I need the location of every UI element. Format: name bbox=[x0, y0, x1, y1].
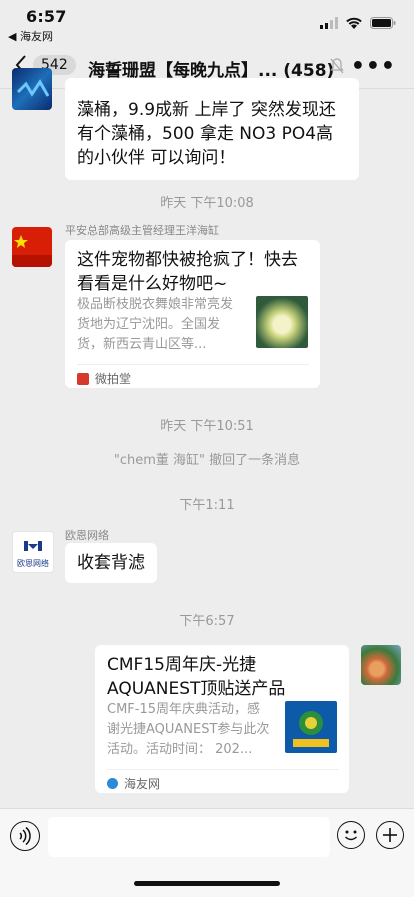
shared-link-card[interactable]: 这件宠物都快被抢疯了！快去看看是什么好物吧~ 极品断枝脱衣舞娘非常亮发货地为辽宁… bbox=[65, 240, 320, 388]
card-thumbnail bbox=[285, 701, 337, 753]
recall-notice: "chem董 海缸" 撤回了一条消息 bbox=[113, 453, 301, 468]
own-avatar[interactable] bbox=[361, 645, 401, 685]
voice-icon bbox=[19, 826, 31, 846]
message-bubble[interactable]: 藻桶，9.9成新 上岸了 突然发现还有个藻桶，500 拿走 NO3 PO4高的小… bbox=[65, 78, 359, 180]
battery-icon bbox=[370, 14, 396, 33]
avatar-logo-text: 欧恩网络 bbox=[17, 559, 49, 568]
card-description: 极品断枝脱衣舞娘非常亮发货地为辽宁沈阳。全国发货，新西云青山区等... bbox=[77, 297, 234, 352]
message-text: 收套背滤 bbox=[77, 553, 145, 573]
sender-name: 平安总部高级主管经理王洋海缸 bbox=[65, 224, 219, 237]
cellular-signal-icon bbox=[320, 14, 338, 33]
wifi-icon bbox=[346, 14, 362, 33]
message-input[interactable] bbox=[48, 817, 330, 857]
card-source: 海友网 bbox=[107, 775, 160, 792]
smiley-icon bbox=[344, 830, 358, 841]
card-source: 微拍堂 bbox=[77, 370, 131, 387]
sender-name: 欧恩网络 bbox=[65, 529, 109, 542]
card-divider bbox=[107, 769, 339, 770]
card-title: CMF15周年庆-光捷AQUANEST顶贴送产品 bbox=[107, 655, 286, 699]
more-options-icon[interactable]: ••• bbox=[351, 54, 396, 79]
more-functions-button[interactable] bbox=[376, 821, 404, 849]
timestamp: 昨天 下午10:51 bbox=[160, 419, 254, 434]
message-text: 藻桶，9.9成新 上岸了 突然发现还有个藻桶，500 拿走 NO3 PO4高的小… bbox=[77, 100, 336, 168]
avatar[interactable] bbox=[12, 227, 52, 267]
card-description: CMF-15周年庆典活动，感谢光捷AQUANEST参与此次活动。活动时间： 20… bbox=[107, 702, 270, 757]
input-bar bbox=[0, 808, 414, 897]
status-icons bbox=[320, 14, 396, 33]
avatar[interactable]: 欧恩网络 bbox=[12, 531, 54, 573]
status-time: 6:57 bbox=[26, 7, 67, 26]
timestamp: 下午6:57 bbox=[179, 614, 235, 629]
message-bubble[interactable]: 收套背滤 bbox=[65, 543, 157, 583]
back-to-app-link[interactable]: ◀ 海友网 bbox=[8, 28, 53, 44]
plus-icon bbox=[383, 828, 397, 842]
shared-link-card[interactable]: CMF15周年庆-光捷AQUANEST顶贴送产品 CMF-15周年庆典活动，感谢… bbox=[95, 645, 349, 793]
mute-bell-icon bbox=[330, 58, 344, 78]
emoji-button[interactable] bbox=[337, 821, 365, 849]
card-divider bbox=[77, 364, 309, 365]
weipaitang-logo-icon bbox=[77, 372, 89, 385]
haiyouwang-logo-icon bbox=[107, 778, 118, 789]
timestamp: 下午1:11 bbox=[179, 498, 235, 513]
voice-input-button[interactable] bbox=[10, 821, 40, 851]
home-indicator bbox=[134, 881, 280, 886]
card-thumbnail bbox=[256, 296, 308, 348]
card-source-label: 海友网 bbox=[124, 777, 161, 791]
avatar[interactable] bbox=[12, 68, 52, 110]
timestamp: 昨天 下午10:08 bbox=[160, 196, 254, 211]
status-bar: 6:57 ◀ 海友网 bbox=[0, 0, 414, 44]
card-source-label: 微拍堂 bbox=[95, 372, 132, 386]
card-title: 这件宠物都快被抢疯了！快去看看是什么好物吧~ bbox=[77, 250, 298, 294]
